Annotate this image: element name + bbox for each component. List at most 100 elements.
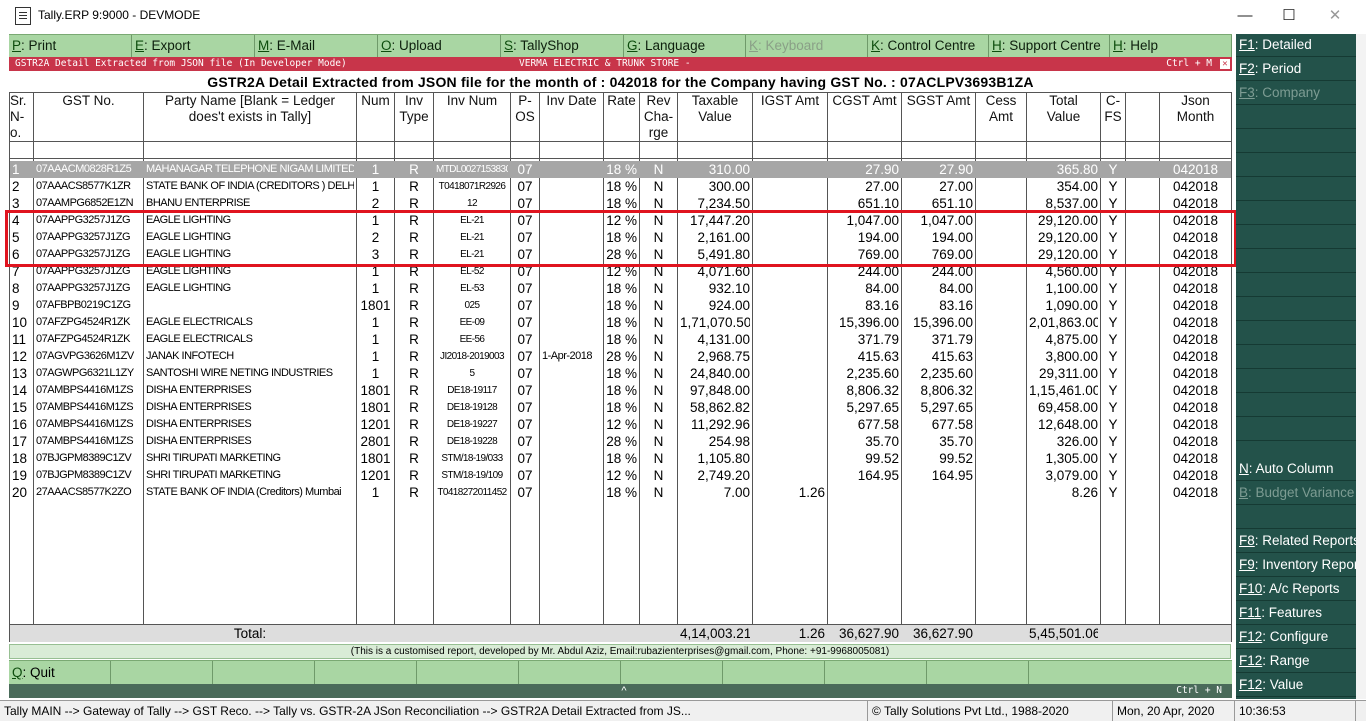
cell-cgst: 164.95 bbox=[857, 468, 899, 483]
quit-button[interactable]: Q: Quit bbox=[9, 661, 111, 684]
cell-taxable: 24,840.00 bbox=[689, 366, 750, 381]
cell-pos: 07 bbox=[517, 400, 533, 415]
cell-type: R bbox=[409, 451, 419, 466]
header-total-line: Value bbox=[1046, 109, 1081, 124]
menu-button-key: G bbox=[627, 38, 638, 53]
cell-num: 1 bbox=[371, 264, 380, 279]
side-button-f12-value[interactable]: F12: Value bbox=[1236, 674, 1356, 697]
table-row[interactable]: 17 07AMBPS4416M1ZS DISHA ENTERPRISES 2801 R D… bbox=[10, 433, 1231, 450]
table-row[interactable]: 4 07AAPPG3257J1ZG EAGLE LIGHTING 1 R EL-21 07 1… bbox=[10, 212, 1231, 229]
cell-rate: 12 % bbox=[606, 264, 637, 279]
cell-sgst bbox=[904, 484, 973, 501]
table-row[interactable]: 15 07AMBPS4416M1ZS DISHA ENTERPRISES 1801 R D… bbox=[10, 399, 1231, 416]
table-row[interactable]: 19 07BJGPM8389C1ZV SHRI TIRUPATI MARKETING… bbox=[10, 467, 1231, 484]
side-button-f10-acreports[interactable]: F10: A/c Reports bbox=[1236, 578, 1356, 601]
cell-cfs: Y bbox=[1108, 298, 1118, 313]
menu-button-print[interactable]: P: Print bbox=[9, 35, 132, 57]
cell-cess bbox=[978, 365, 1024, 382]
cell-invnum: EL-53 bbox=[460, 283, 484, 294]
cell-gst: 07AMBPS4416M1ZS bbox=[36, 384, 134, 396]
cell-total: 354.00 bbox=[1056, 179, 1098, 194]
cell-invnum: JI2018-2019003 bbox=[440, 351, 504, 362]
cell-total: 12,648.00 bbox=[1037, 417, 1098, 432]
cell-sr: 15 bbox=[12, 400, 28, 415]
cell-pos: 07 bbox=[517, 196, 533, 211]
cell-num: 1201 bbox=[360, 468, 391, 483]
empty-side-button bbox=[1236, 154, 1356, 177]
cell-type: R bbox=[409, 213, 419, 228]
header-party: Party Name [Blank = Ledger does't exists … bbox=[144, 93, 356, 125]
minimize-button[interactable]: — bbox=[1222, 4, 1268, 28]
menu-button-export[interactable]: E: Export bbox=[132, 35, 255, 57]
cell-taxable: 2,161.00 bbox=[697, 230, 750, 245]
header-cgst: CGST Amt bbox=[828, 93, 901, 109]
report-mode-label: GSTR2A Detail Extracted from JSON file (… bbox=[15, 58, 347, 69]
side-button-f11-features[interactable]: F11: Features bbox=[1236, 602, 1356, 625]
menu-button-controlcentre[interactable]: K: Control Centre bbox=[868, 35, 989, 57]
menu-button-tallyshop[interactable]: S: TallyShop bbox=[501, 35, 624, 57]
side-button-f1-detailed[interactable]: F1: Detailed bbox=[1236, 34, 1356, 57]
table-row[interactable]: 2 07AAACS8577K1ZR STATE BANK OF INDIA (CRE… bbox=[10, 178, 1231, 195]
table-row[interactable]: 13 07AGWPG6321L1ZY SANTOSHI WIRE NETING IN… bbox=[10, 365, 1231, 382]
cell-pos: 07 bbox=[517, 230, 533, 245]
menu-button-upload[interactable]: O: Upload bbox=[378, 35, 501, 57]
empty-button bbox=[519, 661, 621, 684]
menu-button-supportcentre[interactable]: H: Support Centre bbox=[989, 35, 1110, 57]
side-button-f2-period[interactable]: F2: Period bbox=[1236, 58, 1356, 81]
close-window-button[interactable]: ✕ bbox=[1312, 4, 1358, 28]
report-header-bar: GSTR2A Detail Extracted from JSON file (… bbox=[9, 57, 1232, 71]
empty-button bbox=[825, 661, 927, 684]
menu-button-email[interactable]: M: E-Mail bbox=[255, 35, 378, 57]
table-row[interactable]: 14 07AMBPS4416M1ZS DISHA ENTERPRISES 1801 R D… bbox=[10, 382, 1231, 399]
table-row[interactable]: 20 27AAACS8577K2ZO STATE BANK OF INDIA (Cr… bbox=[10, 484, 1231, 501]
side-button-key: F9 bbox=[1239, 557, 1255, 572]
side-button-f12-configure[interactable]: F12: Configure bbox=[1236, 626, 1356, 649]
cell-cgst: 1,047.00 bbox=[846, 213, 899, 228]
cell-json: 042018 bbox=[1172, 451, 1219, 466]
empty-button bbox=[213, 661, 315, 684]
menu-button-help[interactable]: H: Help bbox=[1110, 35, 1232, 57]
close-report-icon[interactable]: ✕ bbox=[1220, 59, 1230, 69]
table-row[interactable]: 9 07AFBPB0219C1ZG 1801 R 025 07 18 % N 924.00 83.… bbox=[10, 297, 1231, 314]
cell-pos: 07 bbox=[517, 468, 533, 483]
cell-type: R bbox=[409, 247, 419, 262]
side-button-f8-relatedreports[interactable]: F8: Related Reports bbox=[1236, 530, 1356, 553]
table-row[interactable]: 10 07AFZPG4524R1ZK EAGLE ELECTRICALS 1 R EE-0… bbox=[10, 314, 1231, 331]
side-button-key: F3 bbox=[1239, 85, 1255, 100]
table-row[interactable]: 5 07AAPPG3257J1ZG EAGLE LIGHTING 2 R EL-21 07 1… bbox=[10, 229, 1231, 246]
cell-invnum: 12 bbox=[467, 198, 478, 209]
cell-party: DISHA ENTERPRISES bbox=[146, 418, 252, 430]
total-sgst: 36,627.90 bbox=[912, 626, 973, 641]
cell-cess bbox=[978, 382, 1024, 399]
cell-igst bbox=[755, 297, 825, 314]
table-row[interactable]: 16 07AMBPS4416M1ZS DISHA ENTERPRISES 1201 R D… bbox=[10, 416, 1231, 433]
table-row[interactable]: 3 07AAMPG6852E1ZN BHANU ENTERPRISE 2 R 12 07 18… bbox=[10, 195, 1231, 212]
scroll-up-icon[interactable]: ^ bbox=[614, 684, 634, 698]
maximize-button[interactable]: ☐ bbox=[1266, 4, 1312, 28]
table-row[interactable]: 6 07AAPPG3257J1ZG EAGLE LIGHTING 3 R EL-21 07 2… bbox=[10, 246, 1231, 263]
side-button-label: : A/c Reports bbox=[1262, 581, 1340, 596]
table-row[interactable]: 18 07BJGPM8389C1ZV SHRI TIRUPATI MARKETING… bbox=[10, 450, 1231, 467]
cell-sgst: 371.79 bbox=[931, 332, 973, 347]
cell-invnum: EL-52 bbox=[460, 266, 484, 277]
table-row[interactable]: 12 07AGVPG3626M1ZV JANAK INFOTECH 1 R JI2018-… bbox=[10, 348, 1231, 365]
table-row[interactable]: 8 07AAPPG3257J1ZG EAGLE LIGHTING 1 R EL-53 07 1… bbox=[10, 280, 1231, 297]
side-button-label: : Configure bbox=[1262, 629, 1329, 644]
table-row[interactable]: 11 07AFZPG4524R1ZK EAGLE ELECTRICALS 1 R EE-5… bbox=[10, 331, 1231, 348]
side-button-n-autocolumn[interactable]: N: Auto Column bbox=[1236, 458, 1356, 481]
side-button-f12-range[interactable]: F12: Range bbox=[1236, 650, 1356, 673]
cell-cgst: 84.00 bbox=[865, 281, 899, 296]
table-row[interactable]: 1 07AAACM0828R1Z5 MAHANAGAR TELEPHONE NIGA… bbox=[10, 161, 1231, 178]
cell-rate: 18 % bbox=[606, 196, 637, 211]
side-button-label: : Budget Variance bbox=[1248, 485, 1355, 500]
vertical-scrollbar[interactable] bbox=[1356, 34, 1366, 699]
cell-total: 365.80 bbox=[1056, 162, 1098, 177]
table-row[interactable]: 7 07AAPPG3257J1ZG EAGLE LIGHTING 1 R EL-52 07 1… bbox=[10, 263, 1231, 280]
menu-button-language[interactable]: G: Language bbox=[624, 35, 746, 57]
cell-rate: 18 % bbox=[606, 298, 637, 313]
cell-total: 69,458.00 bbox=[1037, 400, 1098, 415]
side-button-f9-inventoryreports[interactable]: F9: Inventory Reports bbox=[1236, 554, 1356, 577]
cell-gst: 07BJGPM8389C1ZV bbox=[36, 452, 132, 464]
cell-invnum: DE18-19228 bbox=[446, 436, 498, 447]
cell-type: R bbox=[409, 264, 419, 279]
